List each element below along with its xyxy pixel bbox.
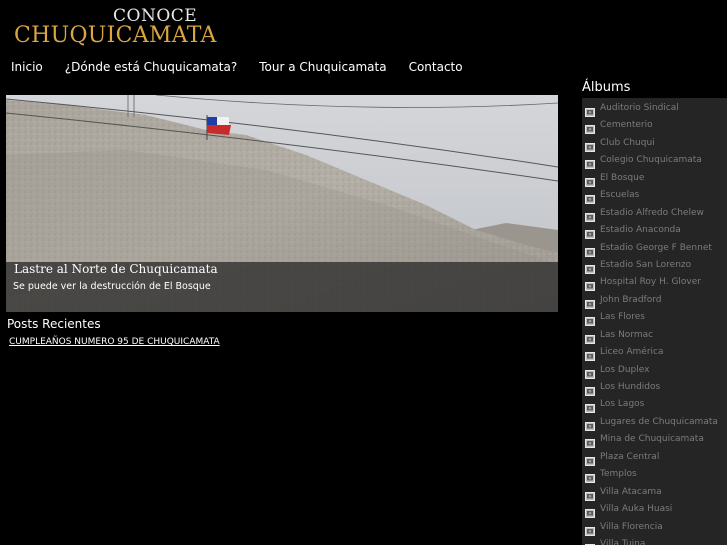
album-label: Villa Atacama (600, 486, 662, 497)
photo-album-icon (585, 503, 595, 519)
album-list: Auditorio Sindical Cementerio Club Chuqui C… (582, 98, 727, 545)
photo-album-icon (585, 224, 595, 240)
album-label: Las Normac (600, 329, 654, 340)
nav-donde-esta[interactable]: ¿Dónde está Chuquicamata? (54, 58, 248, 78)
album-label: Estadio Alfredo Chelew (600, 207, 704, 218)
album-item[interactable]: John Bradford (585, 294, 727, 311)
photo-album-icon (585, 119, 595, 135)
album-label: Los Duplex (600, 364, 650, 375)
album-label: Estadio San Lorenzo (600, 259, 692, 270)
album-label: Plaza Central (600, 451, 660, 462)
photo-album-icon (585, 538, 595, 545)
photo-album-icon (585, 207, 595, 222)
slide-caption: Lastre al Norte de Chuquicamata Se puede… (6, 262, 558, 312)
album-item[interactable]: Colegio Chuquicamata (585, 154, 727, 171)
album-item[interactable]: Villa Tuina (585, 538, 727, 545)
album-label: Hospital Roy H. Glover (600, 277, 701, 288)
recent-posts-heading: Posts Recientes (7, 317, 101, 331)
photo-album-icon (585, 259, 595, 274)
photo-album-icon (585, 276, 595, 292)
photo-album-icon (585, 364, 595, 379)
album-item[interactable]: Cementerio (585, 119, 727, 136)
album-label: Los Hundidos (600, 382, 661, 392)
album-item[interactable]: Los Hundidos (585, 381, 727, 398)
album-item[interactable]: Mina de Chuquicamata (585, 433, 727, 450)
photo-album-icon (585, 486, 595, 501)
featured-slider[interactable]: Lastre al Norte de Chuquicamata Se puede… (6, 95, 558, 312)
photo-album-icon (585, 172, 595, 187)
album-label: Lugares de Chuquicamata (600, 416, 718, 427)
album-item[interactable]: Auditorio Sindical (585, 102, 727, 119)
album-label: Escuelas (600, 190, 640, 201)
album-label: Villa Tuina (600, 538, 646, 545)
album-label: El Bosque (600, 172, 645, 183)
photo-album-icon (585, 381, 595, 396)
album-label: Cementerio (600, 120, 653, 131)
main-nav: Inicio ¿Dónde está Chuquicamata? Tour a … (0, 58, 474, 78)
photo-album-icon (585, 137, 595, 152)
album-item[interactable]: Liceo América (585, 346, 727, 363)
album-label: Mina de Chuquicamata (600, 434, 704, 445)
album-item[interactable]: Estadio Alfredo Chelew (585, 207, 727, 224)
album-item[interactable]: Estadio San Lorenzo (585, 259, 727, 276)
album-label: Club Chuqui (600, 137, 655, 148)
album-item[interactable]: Estadio George F Bennet (585, 242, 727, 259)
site-logo[interactable]: CONOCE CHUQUICAMATA (14, 6, 217, 52)
photo-album-icon (585, 451, 595, 466)
album-label: Templos (600, 469, 637, 480)
album-item[interactable]: El Bosque (585, 172, 727, 189)
recent-post-link[interactable]: CUMPLEAÑOS NUMERO 95 DE CHUQUICAMATA (9, 337, 220, 347)
nav-tour[interactable]: Tour a Chuquicamata (248, 58, 397, 78)
album-item[interactable]: Lugares de Chuquicamata (585, 416, 727, 433)
slide-title: Lastre al Norte de Chuquicamata (14, 262, 218, 276)
photo-album-icon (585, 329, 595, 344)
nav-inicio[interactable]: Inicio (0, 58, 54, 78)
album-label: Liceo América (600, 347, 664, 358)
slide-subtitle: Se puede ver la destrucción de El Bosque (13, 281, 211, 292)
album-item[interactable]: Hospital Roy H. Glover (585, 276, 727, 293)
album-label: Auditorio Sindical (600, 103, 679, 113)
photo-album-icon (585, 521, 595, 536)
album-item[interactable]: Villa Auka Huasi (585, 503, 727, 520)
album-label: John Bradford (600, 294, 662, 305)
photo-album-icon (585, 398, 595, 414)
photo-album-icon (585, 433, 595, 449)
album-item[interactable]: Las Flores (585, 311, 727, 328)
album-label: Colegio Chuquicamata (600, 155, 702, 166)
photo-album-icon (585, 311, 595, 327)
photo-album-icon (585, 416, 595, 431)
album-item[interactable]: Plaza Central (585, 451, 727, 468)
nav-contacto[interactable]: Contacto (398, 58, 474, 78)
photo-album-icon (585, 468, 595, 484)
album-item[interactable]: Club Chuqui (585, 137, 727, 154)
album-label: Estadio George F Bennet (600, 242, 712, 253)
photo-album-icon (585, 346, 595, 362)
album-item[interactable]: Villa Florencia (585, 521, 727, 538)
album-item[interactable]: Estadio Anaconda (585, 224, 727, 241)
album-label: Estadio Anaconda (600, 225, 681, 236)
photo-album-icon (585, 189, 595, 205)
photo-album-icon (585, 294, 595, 309)
album-item[interactable]: Los Duplex (585, 364, 727, 381)
album-item[interactable]: Templos (585, 468, 727, 485)
albums-panel: Auditorio Sindical Cementerio Club Chuqui C… (582, 98, 727, 545)
albums-heading: Álbums (582, 80, 631, 95)
album-label: Villa Florencia (600, 521, 663, 532)
album-item[interactable]: Villa Atacama (585, 486, 727, 503)
album-label: Los Lagos (600, 399, 645, 410)
flag-blue (207, 117, 217, 125)
photo-album-icon (585, 154, 595, 170)
photo-album-icon (585, 242, 595, 257)
logo-chuquicamata: CHUQUICAMATA (14, 23, 217, 48)
album-item[interactable]: Las Normac (585, 329, 727, 346)
album-item[interactable]: Los Lagos (585, 398, 727, 415)
page: CONOCE CHUQUICAMATA Inicio ¿Dónde está C… (0, 0, 727, 545)
photo-album-icon (585, 102, 595, 117)
album-label: Las Flores (600, 312, 645, 323)
album-label: Villa Auka Huasi (600, 504, 673, 515)
album-item[interactable]: Escuelas (585, 189, 727, 206)
